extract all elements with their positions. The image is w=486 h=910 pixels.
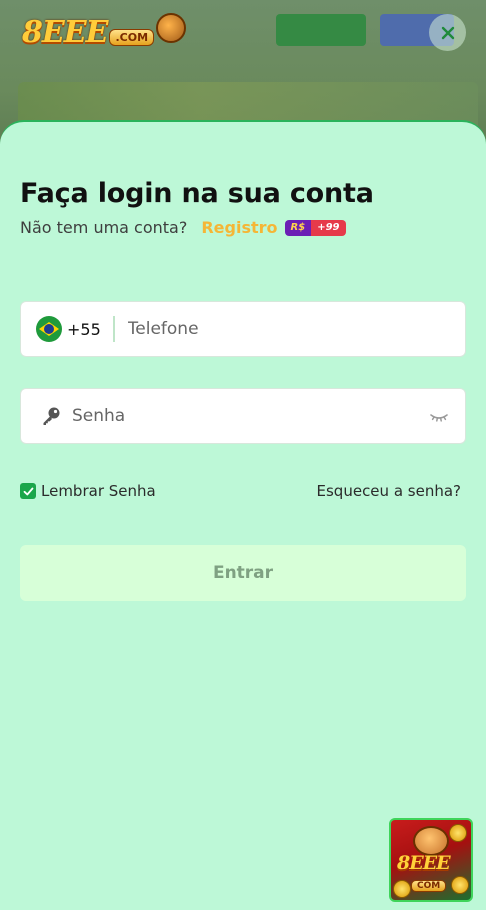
- no-account-text: Não tem uma conta?: [20, 218, 188, 237]
- register-prompt: Não tem uma conta? Registro R$ +99: [20, 218, 346, 237]
- page-title: Faça login na sua conta: [20, 178, 374, 209]
- background-login-button: [276, 14, 366, 46]
- mascot-icon: [156, 13, 187, 43]
- country-code[interactable]: +55: [67, 320, 101, 339]
- password-field: [20, 388, 466, 444]
- promo-widget[interactable]: 8EEE COM: [389, 818, 473, 902]
- login-sheet: Faça login na sua conta Não tem uma cont…: [0, 120, 486, 910]
- remember-checkbox[interactable]: [20, 483, 36, 499]
- check-icon: [23, 487, 33, 495]
- login-button[interactable]: Entrar: [20, 545, 466, 601]
- bonus-currency: R$: [284, 219, 312, 236]
- phone-input[interactable]: [127, 319, 428, 339]
- phone-field: +55: [20, 301, 466, 357]
- coin-icon: [393, 880, 411, 898]
- promo-logo-domain: COM: [411, 880, 447, 892]
- remember-password[interactable]: Lembrar Senha: [20, 482, 156, 500]
- forgot-password-link[interactable]: Esqueceu a senha?: [317, 482, 461, 500]
- site-logo-domain: .COM: [109, 28, 155, 46]
- remember-label: Lembrar Senha: [41, 482, 156, 500]
- field-divider: [112, 316, 115, 342]
- site-logo: 8EEE .COM: [22, 12, 187, 52]
- coin-icon: [449, 824, 467, 842]
- brazil-flag-icon[interactable]: [36, 316, 62, 342]
- promo-logo-text: 8EEE: [397, 852, 451, 874]
- site-logo-text: 8EEE: [22, 14, 108, 50]
- bonus-badge: R$ +99: [284, 219, 346, 236]
- eye-closed-icon[interactable]: [429, 409, 449, 425]
- close-icon: [441, 26, 454, 39]
- register-link[interactable]: Registro: [201, 218, 277, 237]
- password-input[interactable]: [72, 406, 392, 426]
- key-icon: [43, 407, 60, 425]
- coin-icon: [451, 876, 469, 894]
- close-button[interactable]: [429, 14, 466, 51]
- bonus-amount: +99: [311, 219, 346, 236]
